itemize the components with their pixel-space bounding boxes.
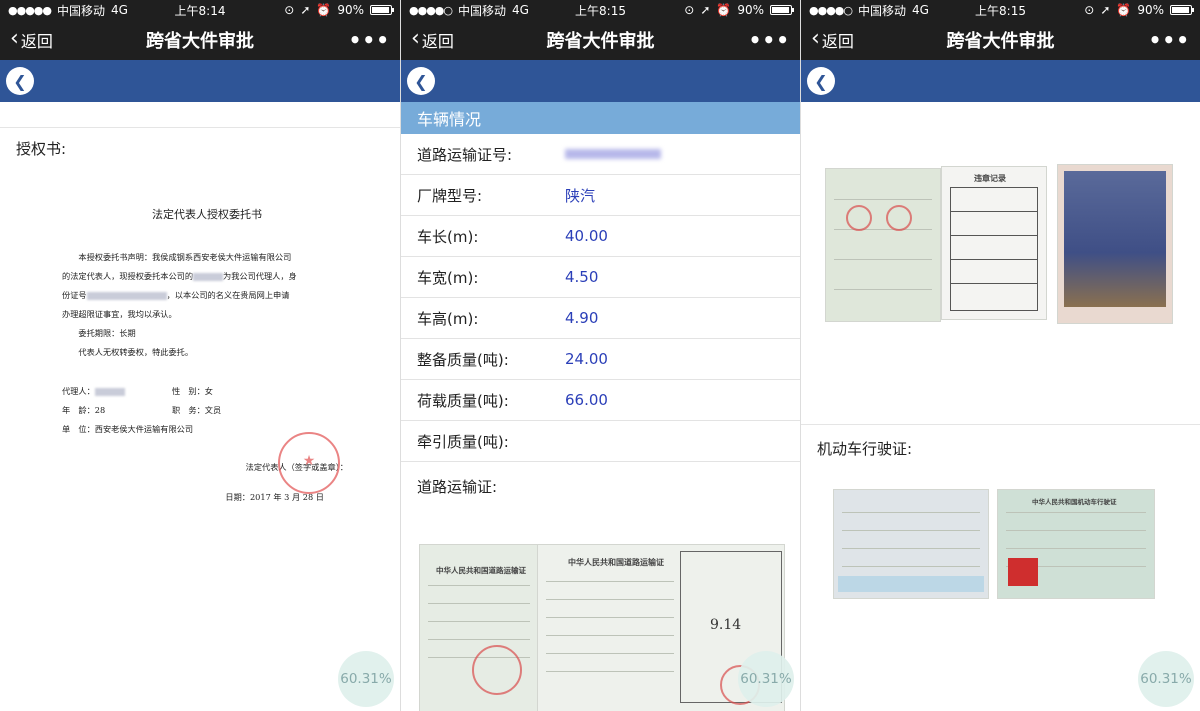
page-title: 跨省大件审批 (146, 31, 254, 52)
status-bar: ●●●●○ 中国移动 4G 上午8:15 ⊙ ➚ ⏰ 90% (401, 0, 800, 20)
nav-bar: ‹ 返回 跨省大件审批 ••• (801, 20, 1200, 60)
chevron-left-icon: ‹ (811, 26, 820, 51)
location-icon: ➚ (1100, 3, 1111, 17)
screen-license: ●●●●○ 中国移动 4G 上午8:15 ⊙ ➚ ⏰ 90% ‹ 返回 跨省大件审批 •••… (800, 0, 1200, 711)
field-row: 厂牌型号: 陕汽 (401, 175, 800, 216)
transport-cert-photo-left: 中华人民共和国道路运输证 (419, 544, 539, 711)
field-row: 整备质量(吨): 24.00 (401, 339, 800, 380)
nav-bar: ‹ 返回 跨省大件审批 ••• (0, 20, 400, 60)
transport-cert-label: 道路运输证: (417, 478, 498, 496)
signal-icon: ●●●●○ (809, 3, 853, 17)
header-bar: ❮ (801, 60, 1200, 102)
license-photo-right: 中华人民共和国机动车行驶证 (997, 489, 1155, 599)
location-icon: ➚ (700, 3, 711, 17)
authorization-label: 授权书: (16, 140, 67, 158)
circle-back-button[interactable]: ❮ (6, 67, 34, 95)
header-bar: ❮ (401, 60, 800, 102)
progress-badge[interactable]: 60.31% (1138, 651, 1194, 707)
field-row: 荷载质量(吨): 66.00 (401, 380, 800, 421)
letter-title: 法定代表人授权委托书 (152, 208, 262, 221)
signal-icon: ●●●●● (8, 3, 52, 17)
rotation-lock-icon: ⊙ (684, 3, 695, 17)
field-row: 车高(m): 4.90 (401, 298, 800, 339)
header-bar: ❮ (0, 60, 400, 102)
inspection-record-photo (825, 168, 941, 322)
signal-icon: ●●●●○ (409, 3, 453, 17)
nav-back-button[interactable]: ‹ 返回 (10, 28, 53, 52)
chevron-left-icon: ‹ (10, 26, 19, 51)
content: 授权书: 法定代表人授权委托书 本授权委托书声明：我侯成钢系西安老侯大件运输有限… (0, 102, 400, 711)
nav-back-button[interactable]: ‹ 返回 (411, 28, 454, 52)
redacted-value (565, 149, 661, 159)
section-header-vehicle: 车辆情况 (401, 102, 800, 134)
company-seal (278, 432, 340, 494)
chevron-left-icon: ❮ (814, 71, 828, 91)
battery-icon (1170, 5, 1194, 15)
alarm-icon: ⏰ (316, 3, 332, 17)
license-photo-left (833, 489, 989, 599)
circle-back-button[interactable]: ❮ (407, 67, 435, 95)
status-bar: ●●●●○ 中国移动 4G 上午8:15 ⊙ ➚ ⏰ 90% (801, 0, 1200, 20)
progress-badge[interactable]: 60.31% (338, 651, 394, 707)
chevron-left-icon: ❮ (414, 71, 428, 91)
field-row: 道路运输证号: (401, 134, 800, 175)
network-type: 4G (111, 3, 128, 17)
vehicle-license-label: 机动车行驶证: (817, 440, 913, 458)
battery-icon (370, 5, 394, 15)
truck-photo (1057, 164, 1173, 324)
location-icon: ➚ (300, 3, 311, 17)
nav-bar: ‹ 返回 跨省大件审批 ••• (401, 20, 800, 60)
content: 车辆情况 道路运输证号: 厂牌型号: 陕汽 车长(m): 40.00 车宽(m): 4… (401, 102, 800, 711)
alarm-icon: ⏰ (716, 3, 732, 17)
screens: ●●●●● 中国移动 4G 上午8:14 ⊙ ➚ ⏰ 90% ‹ 返回 跨省大件审批 •••… (0, 0, 1200, 711)
battery-percent: 90% (337, 3, 364, 17)
content: 违章记录 机动车行驶证: 中华人民共和国机动车行驶证 (801, 102, 1200, 711)
violation-record-photo: 违章记录 (941, 166, 1047, 320)
chevron-left-icon: ‹ (411, 26, 420, 51)
more-menu-button[interactable]: ••• (749, 28, 790, 52)
field-row: 车宽(m): 4.50 (401, 257, 800, 298)
battery-icon (770, 5, 794, 15)
more-menu-button[interactable]: ••• (349, 28, 390, 52)
alarm-icon: ⏰ (1116, 3, 1132, 17)
screen-vehicle: ●●●●○ 中国移动 4G 上午8:15 ⊙ ➚ ⏰ 90% ‹ 返回 跨省大件审批 •••… (400, 0, 800, 711)
chevron-left-icon: ❮ (13, 71, 27, 91)
screen-authorization: ●●●●● 中国移动 4G 上午8:14 ⊙ ➚ ⏰ 90% ‹ 返回 跨省大件审批 •••… (0, 0, 400, 711)
carrier: 中国移动 (57, 3, 106, 18)
field-row: 牵引质量(吨): (401, 421, 800, 462)
page-title: 跨省大件审批 (946, 31, 1055, 52)
circle-back-button[interactable]: ❮ (807, 67, 835, 95)
status-bar: ●●●●● 中国移动 4G 上午8:14 ⊙ ➚ ⏰ 90% (0, 0, 400, 20)
page-title: 跨省大件审批 (546, 31, 655, 52)
progress-badge[interactable]: 60.31% (738, 651, 794, 707)
rotation-lock-icon: ⊙ (284, 3, 295, 17)
more-menu-button[interactable]: ••• (1149, 28, 1190, 52)
nav-back-button[interactable]: ‹ 返回 (811, 28, 854, 52)
rotation-lock-icon: ⊙ (1084, 3, 1095, 17)
field-row: 车长(m): 40.00 (401, 216, 800, 257)
